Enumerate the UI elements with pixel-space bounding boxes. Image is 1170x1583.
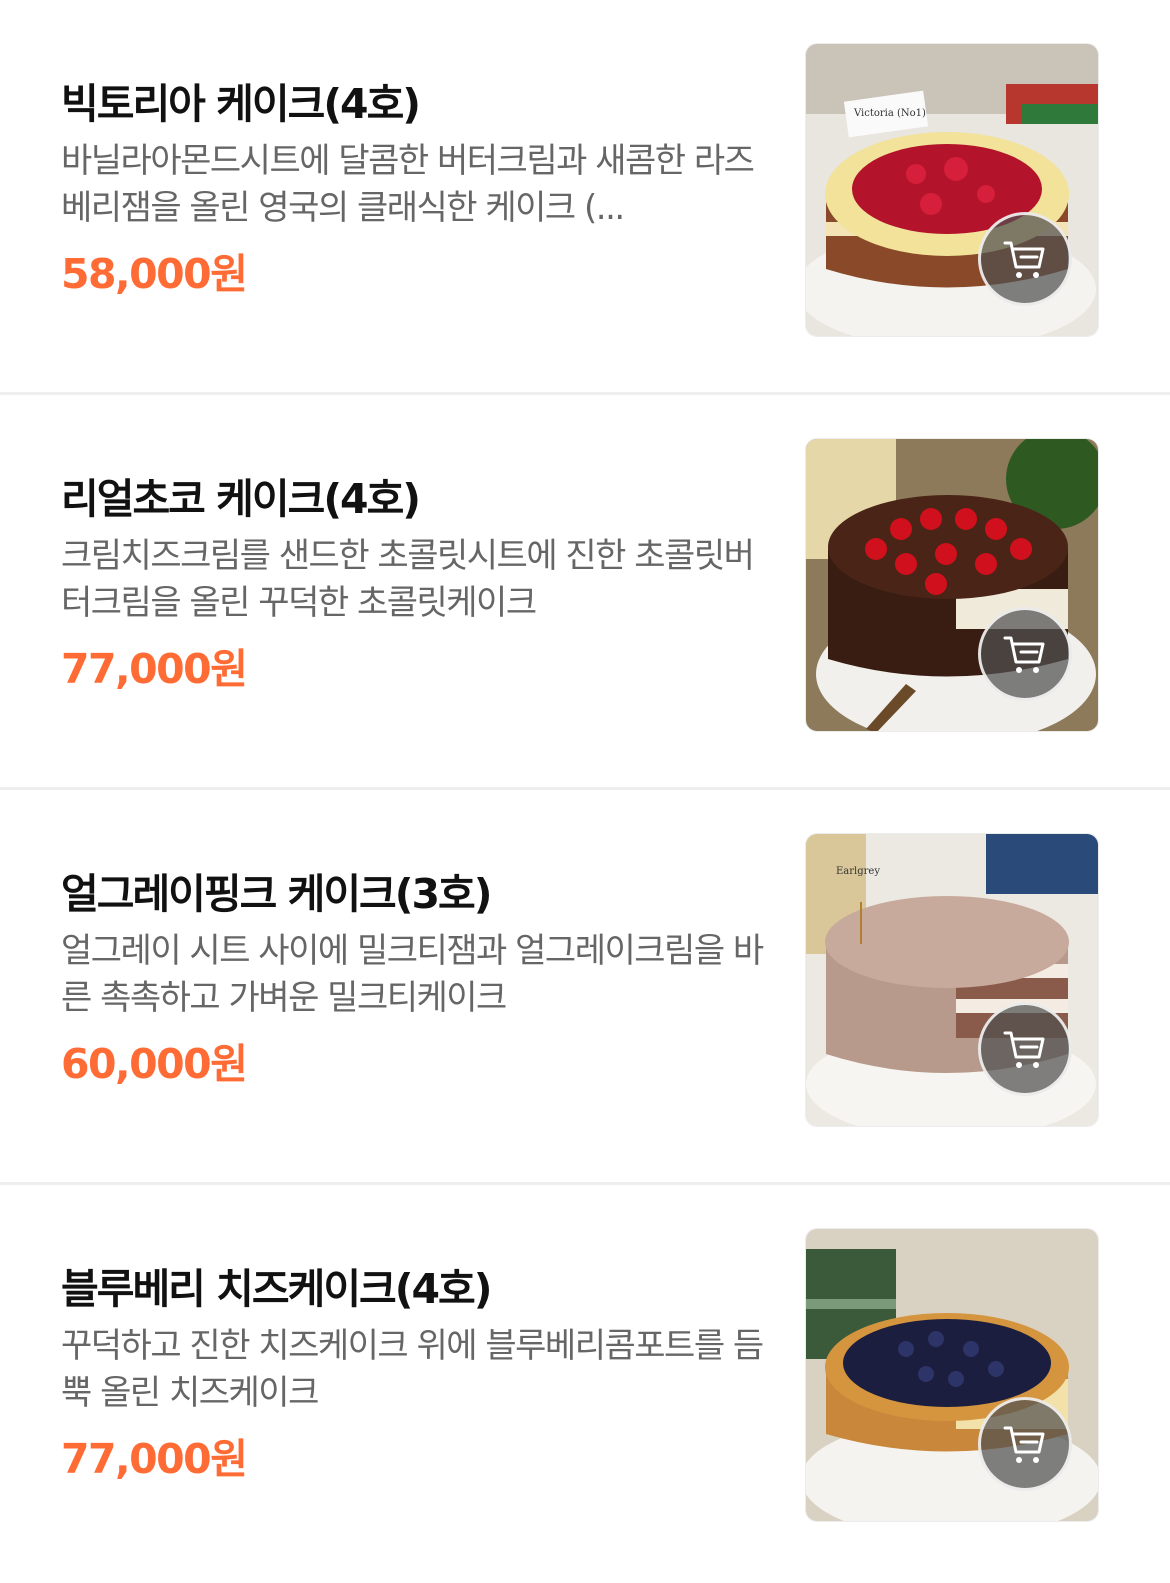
product-info: 빅토리아 케이크(4호) 바닐라아몬드시트에 달콤한 버터크림과 새콤한 라즈베… [61,78,781,300]
product-name[interactable]: 블루베리 치즈케이크(4호) [61,1263,781,1315]
add-to-cart-button[interactable] [978,1002,1072,1096]
add-to-cart-button[interactable] [978,607,1072,701]
product-name[interactable]: 얼그레이핑크 케이크(3호) [61,868,781,920]
product-image[interactable]: Earlgrey [805,833,1099,1127]
product-image[interactable] [805,438,1099,732]
product-name[interactable]: 빅토리아 케이크(4호) [61,78,781,130]
product-price: 77,000원 [61,645,248,693]
product-item-blueberry-cheesecake[interactable]: 블루베리 치즈케이크(4호) 꾸덕하고 진한 치즈케이크 위에 블루베리콤포트를… [0,1185,1170,1580]
svg-text:Earlgrey: Earlgrey [836,866,880,877]
product-price: 77,000원 [61,1435,248,1483]
product-description: 크림치즈크림를 샌드한 초콜릿시트에 진한 초콜릿버터크림을 올린 꾸덕한 초콜… [61,536,755,623]
product-image[interactable] [805,1228,1099,1522]
product-item-victoria-cake[interactable]: 빅토리아 케이크(4호) 바닐라아몬드시트에 달콤한 버터크림과 새콤한 라즈베… [0,0,1170,395]
product-item-earlgrey-pink-cake[interactable]: 얼그레이핑크 케이크(3호) 얼그레이 시트 사이에 밀크티잼과 얼그레이크림을… [0,790,1170,1185]
product-description: 꾸덕하고 진한 치즈케이크 위에 블루베리콤포트를 듬뿍 올린 치즈케이크 [61,1326,764,1413]
product-info: 얼그레이핑크 케이크(3호) 얼그레이 시트 사이에 밀크티잼과 얼그레이크림을… [61,868,781,1090]
product-price: 60,000원 [61,1040,248,1088]
shopping-cart-icon [1003,241,1045,278]
shopping-cart-icon [1003,1031,1045,1068]
shopping-cart-icon [1003,636,1045,673]
product-info: 리얼초코 케이크(4호) 크림치즈크림를 샌드한 초콜릿시트에 진한 초콜릿버터… [61,473,781,695]
shopping-cart-icon [1003,1426,1045,1463]
svg-text:Victoria (No1): Victoria (No1) [853,108,926,119]
product-item-real-choco-cake[interactable]: 리얼초코 케이크(4호) 크림치즈크림를 샌드한 초콜릿시트에 진한 초콜릿버터… [0,395,1170,790]
add-to-cart-button[interactable] [978,1397,1072,1491]
product-description: 얼그레이 시트 사이에 밀크티잼과 얼그레이크림을 바른 촉촉하고 가벼운 밀크… [61,931,764,1018]
product-image[interactable]: Victoria (No1) [805,43,1099,337]
product-price: 58,000원 [61,250,248,298]
add-to-cart-button[interactable] [978,212,1072,306]
product-name[interactable]: 리얼초코 케이크(4호) [61,473,781,525]
product-description: 바닐라아몬드시트에 달콤한 버터크림과 새콤한 라즈베리잼을 올린 영국의 클래… [61,141,755,228]
product-list: 빅토리아 케이크(4호) 바닐라아몬드시트에 달콤한 버터크림과 새콤한 라즈베… [0,0,1170,1580]
product-info: 블루베리 치즈케이크(4호) 꾸덕하고 진한 치즈케이크 위에 블루베리콤포트를… [61,1263,781,1485]
